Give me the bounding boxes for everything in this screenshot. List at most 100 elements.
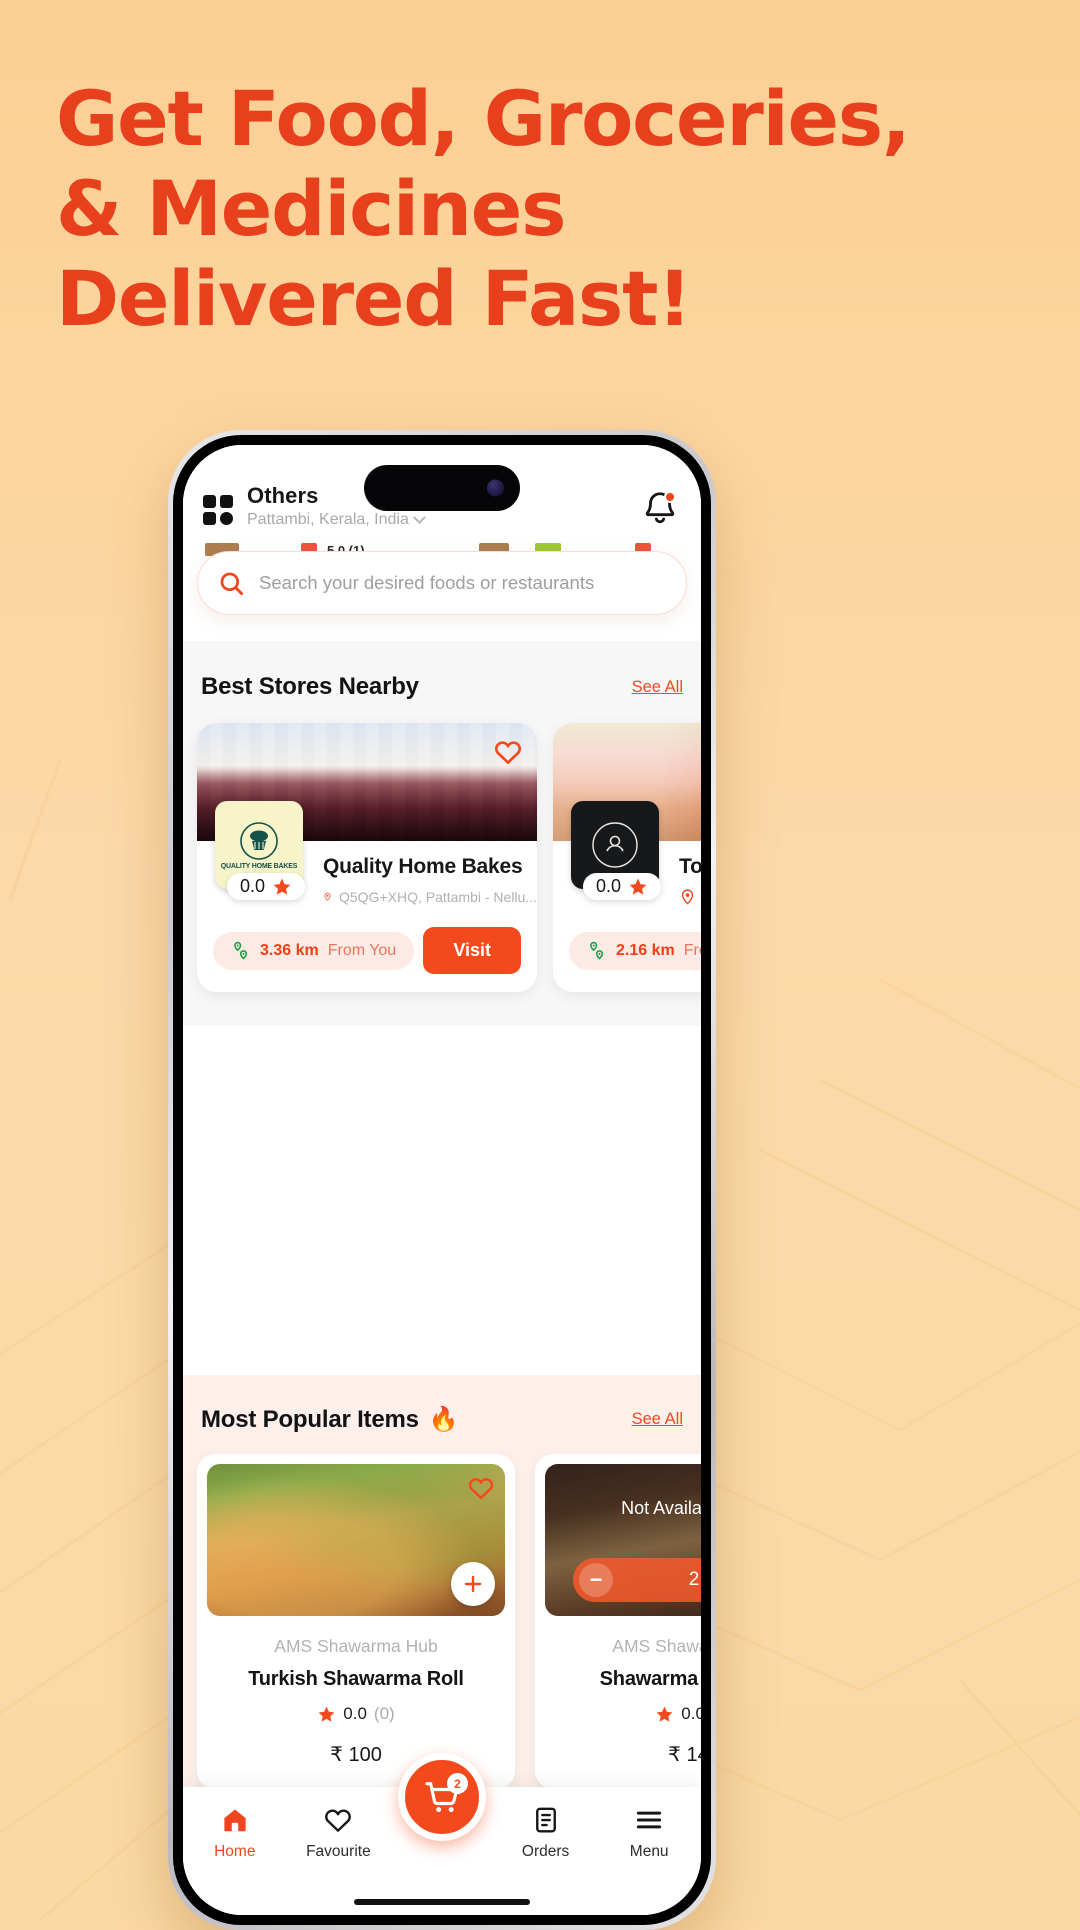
headline-line-1: Get Food, Groceries, xyxy=(56,74,911,163)
location-selector[interactable]: Pattambi, Kerala, India xyxy=(247,510,641,529)
store-rating-value: 0.0 xyxy=(596,876,622,896)
cupcake-icon xyxy=(240,821,278,860)
nav-item-home[interactable]: Home xyxy=(183,1805,287,1861)
item-rating: 0.0 (0) xyxy=(545,1704,701,1724)
heart-icon[interactable] xyxy=(467,1474,495,1502)
nav-label-menu: Menu xyxy=(629,1843,669,1860)
star-icon xyxy=(656,1706,673,1722)
store-distance-suffix: From You xyxy=(683,941,701,959)
nav-item-menu[interactable]: Menu xyxy=(597,1805,701,1861)
store-rating: 0.0 xyxy=(583,873,662,900)
popular-items-list[interactable]: AMS Shawarma Hub Turkish Shawarma Roll 0… xyxy=(183,1434,701,1789)
route-pins-icon xyxy=(590,941,604,960)
home-icon xyxy=(224,1809,246,1832)
item-store-name: AMS Shawarma Hub xyxy=(612,1636,701,1656)
fire-icon: 🔥 xyxy=(428,1406,459,1433)
phone-mockup: 5.0 (1) Search your desired foods or res… xyxy=(168,430,716,1930)
route-pins-icon xyxy=(234,941,248,960)
store-footer: 2.16 km From You Visit xyxy=(553,905,701,992)
star-icon xyxy=(629,878,647,895)
orders-icon xyxy=(535,1807,556,1833)
notification-badge-dot xyxy=(664,491,676,503)
notification-button[interactable] xyxy=(641,489,679,527)
best-stores-title: Best Stores Nearby xyxy=(201,673,419,700)
nav-item-favourite[interactable]: Favourite xyxy=(287,1805,391,1861)
grid-square-3 xyxy=(203,512,216,525)
best-stores-header: Best Stores Nearby See All xyxy=(183,673,701,701)
store-card[interactable]: QUALITY HOME BAKES 0.0 Quality Home Bake… xyxy=(197,723,537,992)
store-name: Quality Home Bakes xyxy=(323,855,523,878)
heart-icon xyxy=(325,1809,352,1832)
cart-badge-count: 2 xyxy=(447,1773,468,1794)
store-address-text: Q5QG+XHQ, Pattambi - Nellu... xyxy=(338,888,537,905)
store-address: Pat... xyxy=(679,888,701,905)
search-placeholder: Search your desired foods or restaurants xyxy=(259,572,595,593)
add-to-cart-button[interactable] xyxy=(451,1562,495,1606)
grid-menu-icon[interactable] xyxy=(203,495,233,525)
headline-line-2: & Medicines xyxy=(56,164,566,253)
phone-bezel: 5.0 (1) Search your desired foods or res… xyxy=(173,435,711,1925)
popular-items-header: Most Popular Items 🔥 See All xyxy=(183,1405,701,1434)
search-icon xyxy=(220,572,244,595)
store-logo-text: QUALITY HOME BAKES xyxy=(220,862,298,870)
best-stores-list[interactable]: QUALITY HOME BAKES 0.0 Quality Home Bake… xyxy=(183,701,701,992)
item-unavailable-label: Not Available Now xyxy=(621,1498,701,1518)
store-address: Q5QG+XHQ, Pattambi - Nellu... xyxy=(323,888,537,905)
item-card[interactable]: AMS Shawarma Hub Turkish Shawarma Roll 0… xyxy=(197,1454,515,1789)
store-rating-value: 0.0 xyxy=(240,876,266,896)
quantity-stepper[interactable]: − 2 + xyxy=(573,1558,701,1602)
star-icon xyxy=(273,878,291,895)
heart-icon[interactable] xyxy=(493,737,523,767)
bottom-navigation: Home Favourite Orders Menu 2 xyxy=(183,1753,701,1915)
location-pin-icon xyxy=(324,892,331,901)
grid-square-1 xyxy=(203,495,216,508)
search-container: Search your desired foods or restaurants xyxy=(197,551,687,615)
item-rating: 0.0 (0) xyxy=(207,1704,505,1724)
item-rating-value: 0.0 xyxy=(343,1704,367,1723)
store-distance-badge: 3.36 km From You xyxy=(213,931,415,970)
grid-circle-4 xyxy=(220,512,233,525)
nav-label-home: Home xyxy=(214,1843,256,1860)
dynamic-island xyxy=(364,465,520,511)
item-image xyxy=(207,1464,505,1616)
store-distance-value: 2.16 km xyxy=(616,941,675,959)
item-store-name: AMS Shawarma Hub xyxy=(274,1636,438,1656)
chevron-down-icon xyxy=(413,510,426,524)
item-name: Turkish Shawarma Roll xyxy=(248,1668,464,1690)
popular-items-title-text: Most Popular Items xyxy=(201,1405,419,1433)
visit-button[interactable]: Visit xyxy=(423,927,521,974)
page-title: Get Food, Groceries, & Medicines Deliver… xyxy=(56,74,936,344)
item-price: ₹ 140 xyxy=(668,1744,701,1766)
store-rating: 0.0 xyxy=(227,873,306,900)
app-scroll-view[interactable]: 5.0 (1) Search your desired foods or res… xyxy=(183,445,701,1915)
menu-icon xyxy=(637,1811,662,1829)
cart-button[interactable]: 2 xyxy=(398,1753,486,1841)
location-pin-icon xyxy=(681,889,694,905)
grid-square-2 xyxy=(220,495,233,508)
item-card[interactable]: Not Available Now − 2 + AMS Shawarma Hub… xyxy=(535,1454,701,1789)
store-distance-value: 3.36 km xyxy=(260,941,319,959)
quantity-value: 2 xyxy=(688,1569,700,1590)
search-input[interactable]: Search your desired foods or restaurants xyxy=(197,551,687,615)
best-stores-see-all[interactable]: See All xyxy=(632,678,683,697)
location-text: Pattambi, Kerala, India xyxy=(247,511,409,529)
store-distance-badge: 2.16 km From You xyxy=(569,931,701,970)
front-camera-icon xyxy=(487,479,504,497)
nav-label-favourite: Favourite xyxy=(306,1843,371,1860)
star-icon xyxy=(318,1706,335,1722)
plus-icon xyxy=(464,1575,482,1593)
item-image: Not Available Now − 2 + xyxy=(545,1464,701,1616)
store-distance-suffix: From You xyxy=(327,941,397,959)
nav-label-orders: Orders xyxy=(521,1843,570,1860)
popular-items-title: Most Popular Items 🔥 xyxy=(201,1405,459,1434)
headline-line-3: Delivered Fast! xyxy=(56,254,692,343)
popular-items-see-all[interactable]: See All xyxy=(632,1410,683,1429)
store-card[interactable]: 0.0 Toast... Pat... xyxy=(553,723,701,992)
phone-screen: 5.0 (1) Search your desired foods or res… xyxy=(183,445,701,1915)
store-name: Toast... xyxy=(679,855,701,878)
nav-item-orders[interactable]: Orders xyxy=(494,1805,598,1861)
item-rating-count: (0) xyxy=(373,1704,395,1723)
quantity-decrease-button[interactable]: − xyxy=(579,1563,613,1597)
store-emblem-icon xyxy=(592,822,638,868)
store-footer: 3.36 km From You Visit xyxy=(197,905,537,992)
